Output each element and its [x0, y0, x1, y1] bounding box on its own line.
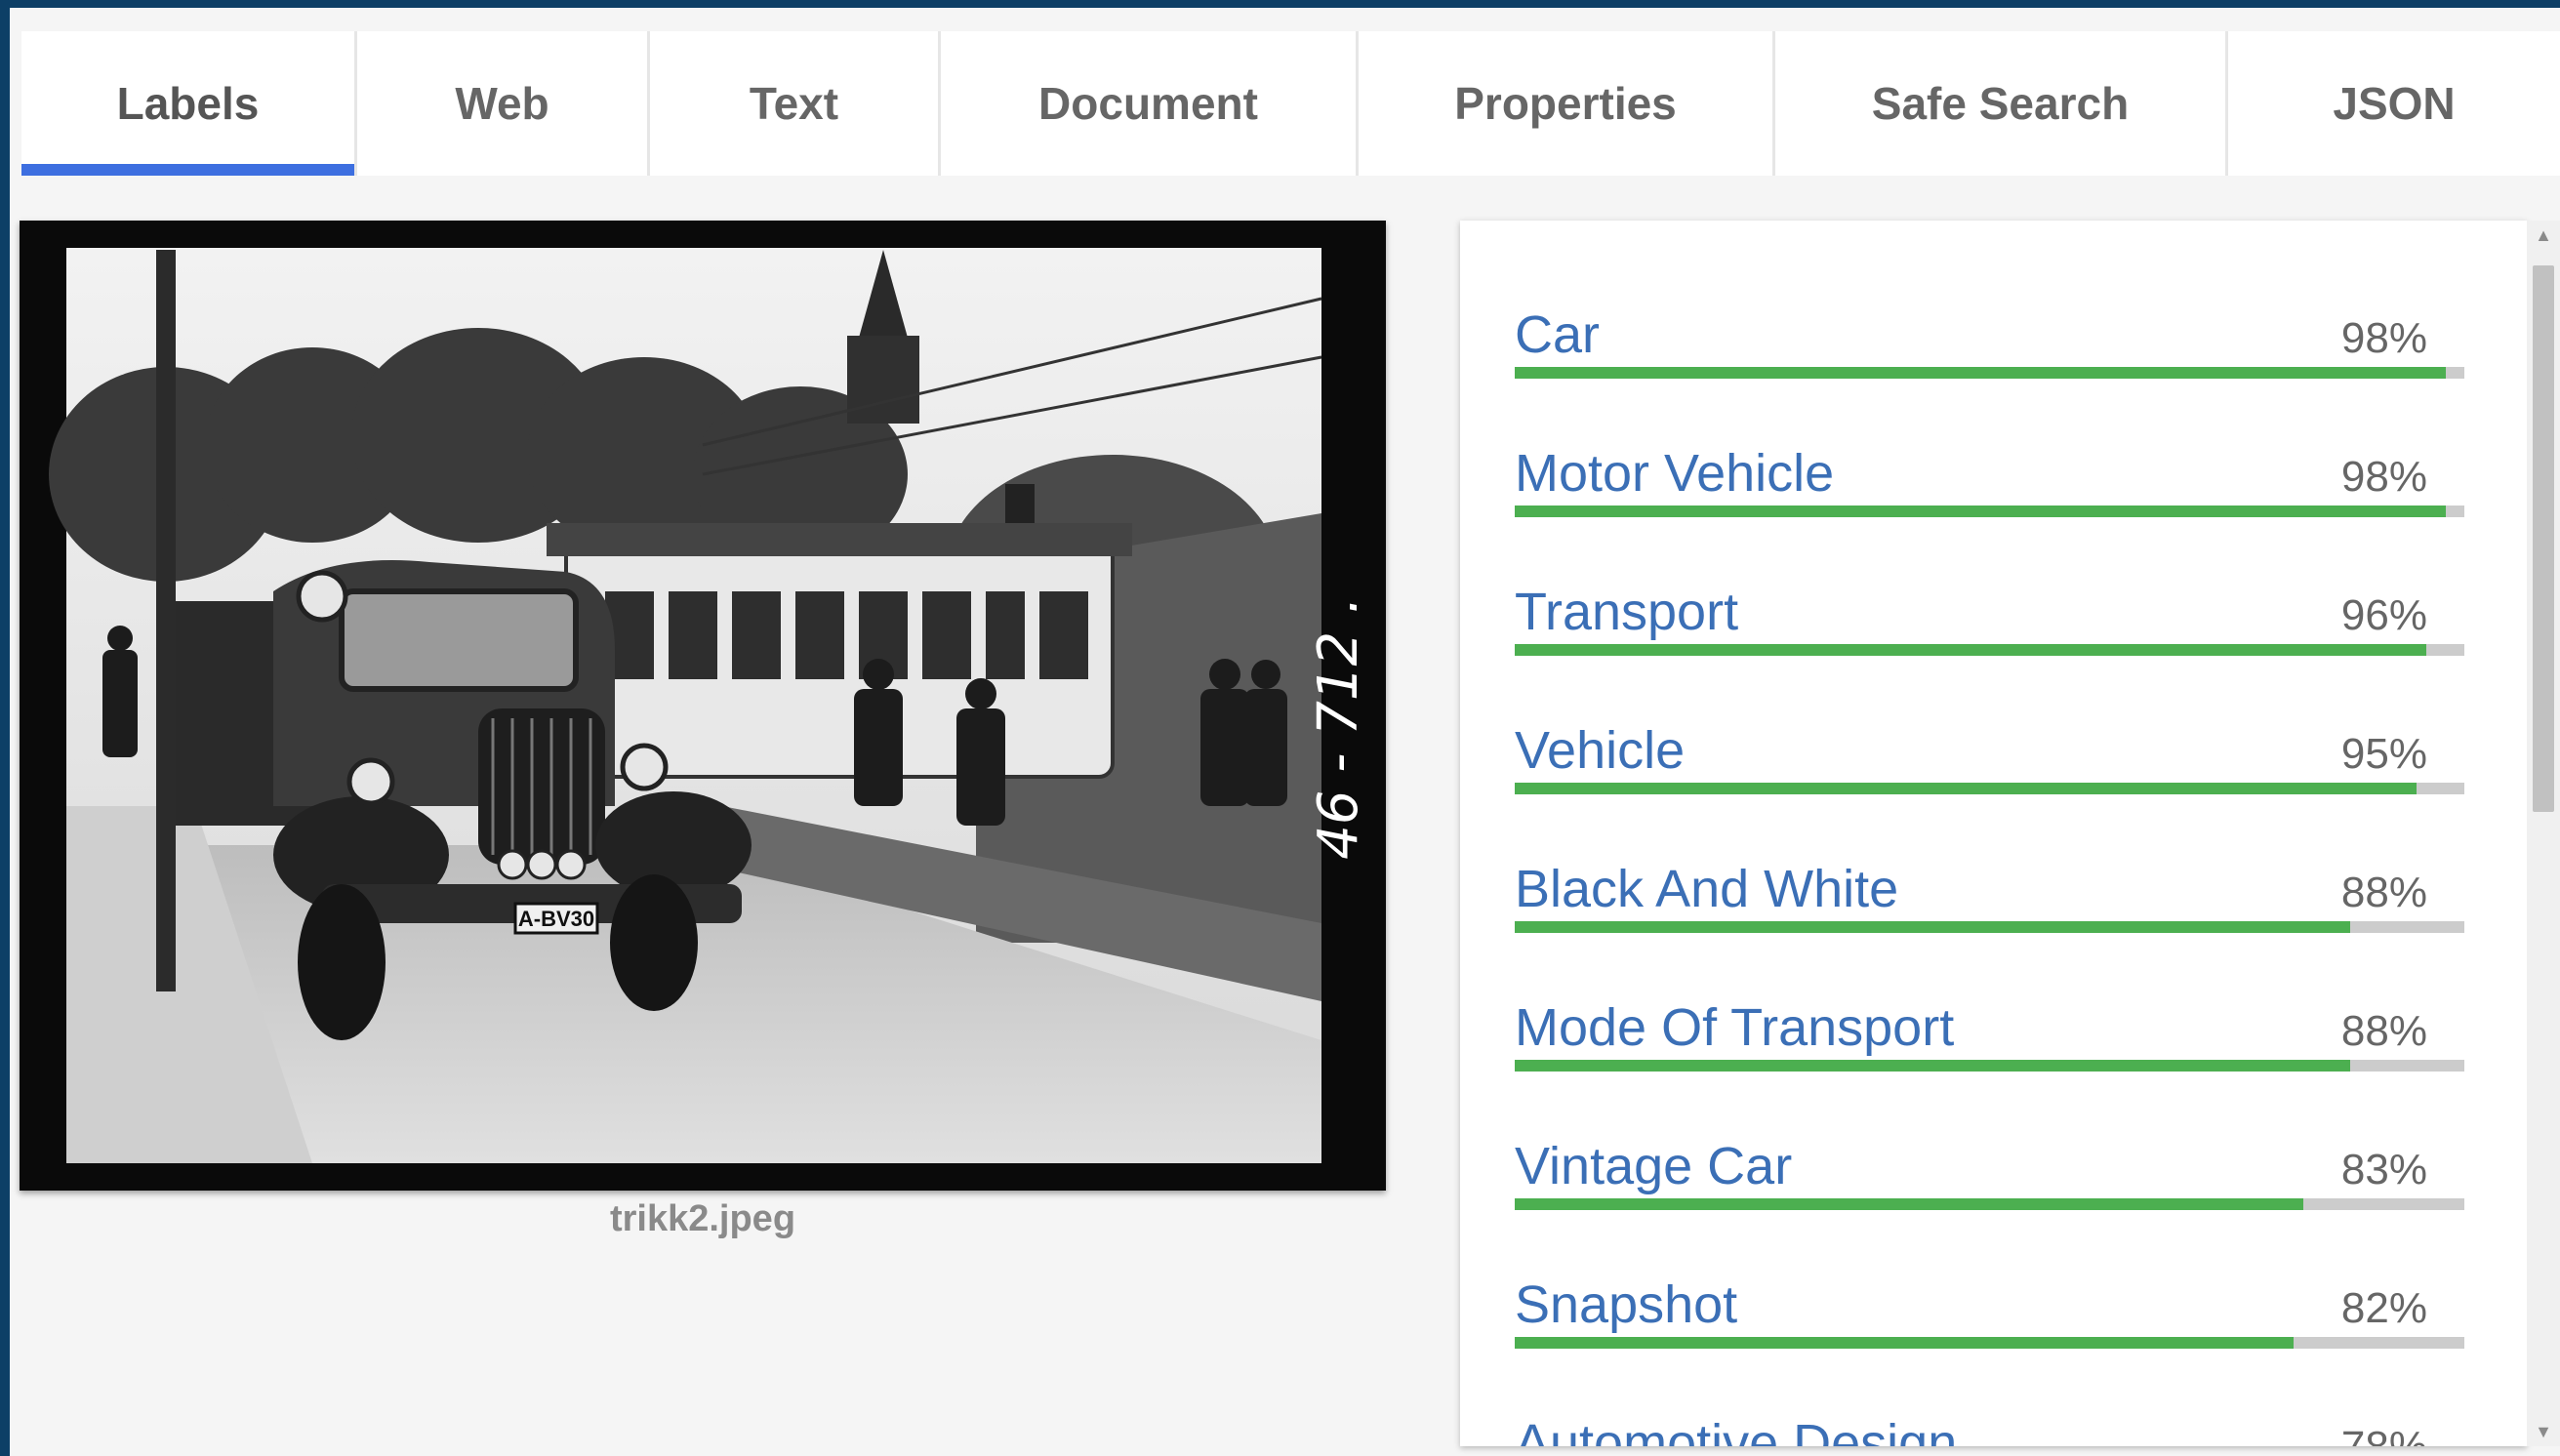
scroll-up-icon[interactable]: ▲ [2527, 221, 2560, 250]
label-name[interactable]: Vehicle [1515, 720, 1685, 781]
label-name[interactable]: Vintage Car [1515, 1136, 1792, 1196]
confidence-bar [1515, 644, 2464, 656]
label-row: Mode Of Transport 88% [1515, 970, 2464, 1109]
confidence-bar [1515, 1060, 2464, 1072]
label-row: Black And White 88% [1515, 831, 2464, 970]
label-name[interactable]: Automotive Design [1515, 1413, 1957, 1446]
label-score: 78% [2341, 1423, 2427, 1446]
confidence-bar [1515, 921, 2464, 933]
image-filename: trikk2.jpeg [609, 1198, 796, 1239]
confidence-bar-fill [1515, 1198, 2303, 1210]
label-row: Transport 96% [1515, 554, 2464, 693]
active-tab-indicator [21, 164, 354, 176]
confidence-bar [1515, 783, 2464, 794]
label-row: Vehicle 95% [1515, 693, 2464, 831]
label-row: Snapshot 82% [1515, 1247, 2464, 1386]
confidence-bar-fill [1515, 783, 2418, 794]
tab-labels[interactable]: Labels [21, 31, 357, 176]
license-plate: A-BV30 [518, 907, 594, 931]
labels-scrollbar[interactable]: ▲ ▼ [2527, 221, 2560, 1446]
tab-labels-label: Labels [116, 78, 260, 129]
tab-text-label: Text [749, 78, 839, 129]
confidence-bar-fill [1515, 506, 2446, 517]
app-frame: Labels Web Text Document Properties Safe… [10, 8, 2560, 1456]
tab-text[interactable]: Text [650, 31, 941, 176]
label-name[interactable]: Mode Of Transport [1515, 997, 1954, 1058]
label-row: Motor Vehicle 98% [1515, 416, 2464, 554]
tab-document-label: Document [1038, 78, 1258, 129]
confidence-bar-fill [1515, 1337, 2294, 1349]
tab-document[interactable]: Document [941, 31, 1359, 176]
label-name[interactable]: Car [1515, 304, 1600, 365]
label-row: Automotive Design 78% [1515, 1386, 2464, 1446]
confidence-bar-fill [1515, 367, 2446, 379]
tab-properties-label: Properties [1454, 78, 1677, 129]
film-number: 46 - 712 . [1307, 596, 1370, 860]
confidence-bar-fill [1515, 921, 2351, 933]
tab-safe-search-label: Safe Search [1871, 78, 2130, 129]
confidence-bar-fill [1515, 1060, 2351, 1072]
uploaded-image: A-BV30 46 - 712 . [20, 221, 1386, 1191]
confidence-bar [1515, 1198, 2464, 1210]
tab-properties[interactable]: Properties [1359, 31, 1775, 176]
confidence-bar [1515, 367, 2464, 379]
label-score: 96% [2340, 591, 2427, 639]
confidence-bar-fill [1515, 644, 2427, 656]
label-score: 83% [2340, 1146, 2427, 1193]
label-name[interactable]: Black And White [1515, 859, 1898, 919]
scroll-thumb[interactable] [2533, 265, 2554, 812]
label-name[interactable]: Snapshot [1515, 1274, 1737, 1335]
photo-illustration: A-BV30 46 - 712 . [49, 248, 1370, 1163]
tab-bar: Labels Web Text Document Properties Safe… [21, 31, 2560, 178]
confidence-bar [1515, 1337, 2464, 1349]
label-score: 95% [2340, 730, 2427, 778]
label-score: 88% [2340, 1007, 2427, 1055]
tab-web-label: Web [455, 78, 549, 129]
confidence-bar [1515, 506, 2464, 517]
tab-web[interactable]: Web [357, 31, 650, 176]
tab-json[interactable]: JSON [2228, 31, 2560, 176]
label-score: 82% [2340, 1284, 2427, 1332]
label-name[interactable]: Transport [1515, 582, 1738, 642]
scroll-down-icon[interactable]: ▼ [2527, 1417, 2560, 1446]
label-row: Vintage Car 83% [1515, 1109, 2464, 1247]
label-row: Car 98% [1515, 277, 2464, 416]
tab-safe-search[interactable]: Safe Search [1775, 31, 2228, 176]
label-score: 88% [2340, 869, 2427, 916]
tab-json-label: JSON [2333, 78, 2456, 129]
label-score: 98% [2340, 453, 2427, 501]
label-name[interactable]: Motor Vehicle [1515, 443, 1834, 504]
label-score: 98% [2340, 314, 2427, 362]
labels-panel: Car 98% Motor Vehicle 98% Transport 96% … [1460, 221, 2527, 1446]
